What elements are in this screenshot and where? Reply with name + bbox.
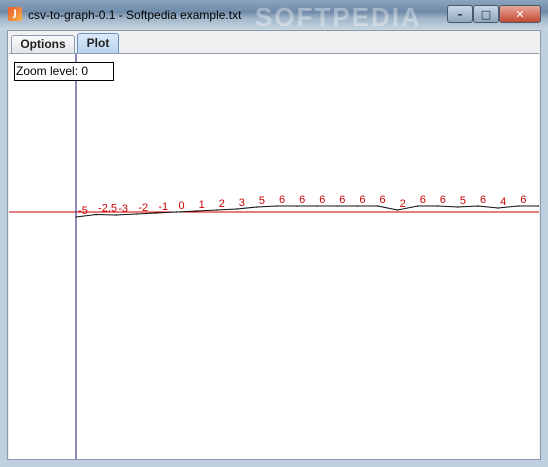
app-window: SOFTPEDIA J csv-to-graph-0.1 - Softpedia… <box>0 0 548 467</box>
data-label: 6 <box>319 194 325 206</box>
data-point <box>276 205 278 207</box>
data-label: 6 <box>440 194 446 206</box>
data-label: -3 <box>118 203 128 215</box>
data-point <box>175 211 178 213</box>
data-label: 2 <box>219 198 225 210</box>
data-point <box>155 212 158 214</box>
data-point <box>336 205 339 207</box>
data-label: 6 <box>420 194 426 206</box>
plot-svg: -5-2.5-3-2-10123566666626656466 <box>9 54 539 459</box>
data-label: -5 <box>78 205 88 217</box>
close-icon: ✕ <box>515 7 525 21</box>
data-point <box>256 206 258 208</box>
data-point <box>356 205 359 207</box>
data-label: 0 <box>179 200 185 212</box>
data-label: 6 <box>339 194 345 206</box>
data-label: 6 <box>520 194 526 206</box>
data-label: 2 <box>400 198 406 210</box>
data-point <box>195 210 198 212</box>
data-label: -2 <box>138 202 148 214</box>
tab-plot[interactable]: Plot <box>77 33 119 53</box>
data-point <box>296 205 298 207</box>
data-point <box>477 205 479 207</box>
close-button[interactable]: ✕ <box>499 5 541 23</box>
data-point <box>115 214 117 216</box>
data-point <box>215 209 218 211</box>
java-app-icon[interactable]: J <box>8 7 22 21</box>
data-point <box>416 205 419 207</box>
tab-options[interactable]: Options <box>11 35 75 53</box>
data-point <box>396 209 399 211</box>
data-point <box>135 213 138 215</box>
main-panel: Options Plot -5 -2.5 -3 -2 -1 0 1 2 3 5 6 6 6 6 6 6 2 6 6 5… <box>7 30 541 460</box>
data-label: -2.5 <box>98 203 117 215</box>
data-point <box>497 207 499 209</box>
minimize-icon: – <box>457 7 463 21</box>
data-label: 3 <box>239 197 245 209</box>
data-label: 1 <box>199 199 205 211</box>
minimize-button[interactable]: – <box>447 5 473 23</box>
plot-canvas[interactable]: -5-2.5-3-2-10123566666626656466 Zoom lev… <box>9 53 539 459</box>
data-point <box>316 205 319 207</box>
data-label: 4 <box>500 196 506 208</box>
data-label: 6 <box>480 194 486 206</box>
title-bar[interactable]: SOFTPEDIA J csv-to-graph-0.1 - Softpedia… <box>0 0 548 32</box>
data-label: 5 <box>460 195 466 207</box>
data-point <box>95 213 97 216</box>
data-point <box>457 206 459 208</box>
data-point <box>437 205 439 207</box>
data-label: 5 <box>259 195 265 207</box>
data-label: -1 <box>158 201 168 213</box>
watermark: SOFTPEDIA <box>255 2 422 32</box>
data-point <box>537 205 539 207</box>
zoom-level-box: Zoom level: 0 <box>14 62 114 81</box>
data-label: 6 <box>279 194 285 206</box>
data-label: 6 <box>359 194 365 206</box>
data-point <box>236 208 238 210</box>
data-point <box>75 216 77 218</box>
maximize-button[interactable]: □ <box>473 5 499 23</box>
window-title: csv-to-graph-0.1 - Softpedia example.txt <box>28 8 242 22</box>
data-point <box>517 205 519 207</box>
data-label: 6 <box>299 194 305 206</box>
data-label: 6 <box>380 194 386 206</box>
maximize-icon: □ <box>480 7 492 21</box>
data-point <box>376 205 379 207</box>
